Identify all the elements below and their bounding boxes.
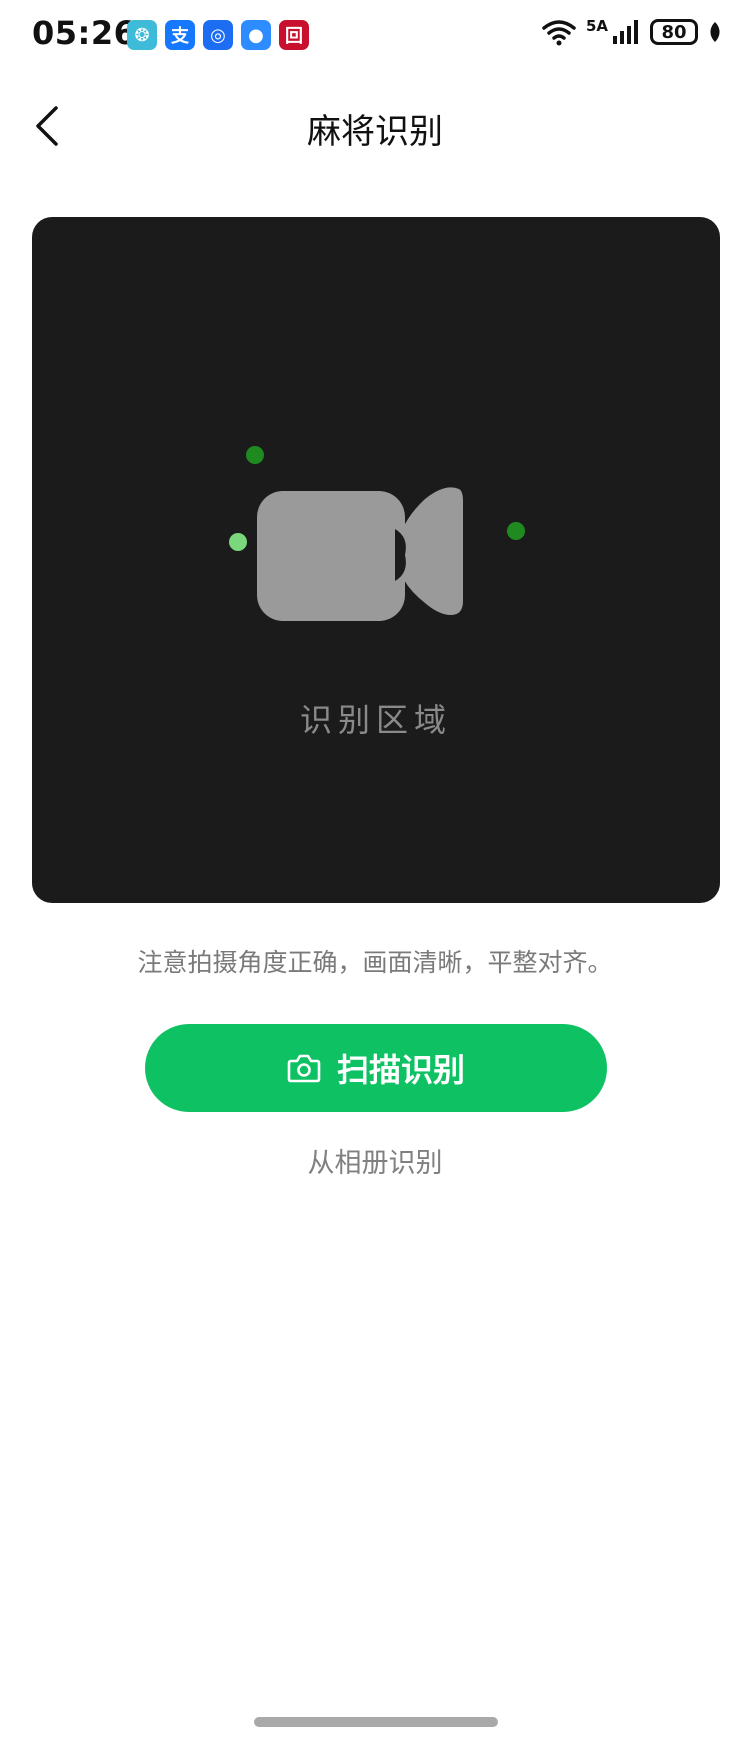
scan-area-label: 识别区域: [299, 701, 452, 739]
camera-icon: [287, 1054, 321, 1083]
alipay-app-icon: 支: [165, 20, 195, 50]
status-indicators: 5A 80: [542, 17, 722, 46]
bank-app-icon: 回: [279, 20, 309, 50]
tracking-dot: [229, 533, 247, 551]
nav-bar: 麻将识别: [0, 80, 750, 170]
battery-level: 80: [661, 21, 687, 43]
status-bar: 05:26 ❂ 支 ◎ ● 回 5A 80: [0, 0, 750, 72]
status-time: 05:26: [32, 14, 137, 52]
video-camera-icon: [257, 487, 463, 621]
scan-area[interactable]: 识别区域: [32, 217, 720, 903]
battery-indicator: 80: [650, 19, 698, 45]
scan-button-label: 扫描识别: [336, 1051, 465, 1089]
bulb-app-icon: ◎: [203, 20, 233, 50]
tracking-dot: [246, 446, 264, 464]
shooting-tip: 注意拍摄角度正确，画面清晰，平整对齐。: [137, 948, 613, 977]
message-app-icon: ●: [241, 20, 271, 50]
network-type-label: 5A: [585, 17, 608, 35]
wifi-icon: [542, 20, 576, 46]
album-recognize-link[interactable]: 从相册识别: [0, 1141, 750, 1180]
scan-button[interactable]: 扫描识别: [145, 1024, 607, 1112]
page-title: 麻将识别: [307, 112, 443, 152]
signal-icon: [613, 20, 638, 44]
feather-app-icon: ❂: [127, 20, 157, 50]
notification-icons: ❂ 支 ◎ ● 回: [127, 20, 309, 50]
leaf-icon: [710, 22, 720, 42]
home-indicator[interactable]: [254, 1717, 498, 1727]
tracking-dot: [507, 522, 525, 540]
